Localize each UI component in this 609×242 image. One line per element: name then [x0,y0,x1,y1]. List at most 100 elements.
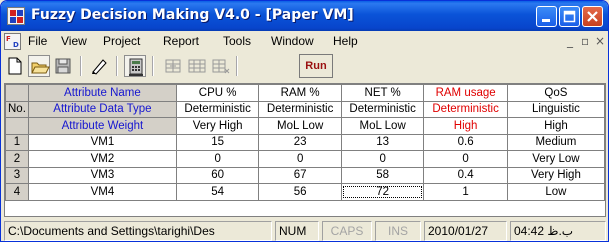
row-number-header [5,84,29,102]
edit-button[interactable] [88,55,110,77]
insert-column-icon [165,59,181,73]
menu-window[interactable]: Window [271,34,314,48]
menu-file[interactable]: File [28,34,47,48]
delete-column-button[interactable] [210,55,232,77]
minimize-button[interactable] [536,6,557,27]
title-bar[interactable]: Fuzzy Decision Making V4.0 - [Paper VM] [1,1,608,31]
decision-table: Attribute Name CPU % RAM % NET % RAM usage Qo… [5,84,606,201]
table-row: 4 VM4 54 56 72 1 Low [5,183,606,201]
attribute-header-cell[interactable]: High [423,117,508,135]
toolbar-separator [152,56,154,76]
value-cell[interactable]: Very High [506,166,606,184]
status-date: 2010/01/27 [424,221,507,241]
alternative-name-cell[interactable]: VM1 [27,133,177,151]
table-row: 1 VM1 15 23 13 0.6 Medium [5,133,606,151]
insert-between-icon [188,59,206,73]
save-button[interactable] [52,55,74,77]
new-file-button[interactable] [4,55,26,77]
attribute-header-cell[interactable]: RAM usage [423,84,508,102]
value-cell[interactable]: 13 [340,133,425,151]
attribute-header-cell[interactable]: High [506,117,606,135]
attribute-header-cell[interactable]: Deterministic [340,100,425,118]
value-cell[interactable]: 67 [258,166,342,184]
value-cell[interactable]: 0.6 [423,133,508,151]
value-cell[interactable]: 23 [258,133,342,151]
save-icon [55,58,71,74]
value-cell[interactable]: 0 [423,150,508,168]
value-cell[interactable]: 15 [175,133,260,151]
value-cell[interactable]: 58 [340,166,425,184]
insert-column-button[interactable] [162,55,184,77]
window-title: Fuzzy Decision Making V4.0 - [Paper VM] [31,7,354,23]
alternative-name-cell[interactable]: VM4 [27,183,177,201]
value-cell[interactable]: 60 [175,166,260,184]
attribute-header-cell[interactable]: Deterministic [175,100,260,118]
value-cell[interactable]: 1 [423,183,508,201]
document-logo-icon[interactable]: F D [4,33,21,50]
row-number: 1 [5,133,29,151]
row-number-header: No. [5,100,29,118]
value-cell[interactable]: 0 [258,150,342,168]
status-bar: C:\Documents and Settings\tarighi\Des NU… [1,219,608,241]
value-cell[interactable]: 0 [175,150,260,168]
attribute-header-cell[interactable]: MoL Low [340,117,425,135]
value-cell[interactable]: Medium [506,133,606,151]
attribute-header-cell[interactable]: Deterministic [423,100,508,118]
mdi-minimize-icon[interactable]: _ [567,34,573,48]
row-number: 2 [5,150,29,168]
attribute-header-cell[interactable]: NET % [340,84,425,102]
attribute-header-cell[interactable]: Very High [175,117,260,135]
attribute-header-cell[interactable]: Linguistic [506,100,606,118]
status-time: 04:42 ب.ظ [510,221,606,241]
menu-help[interactable]: Help [333,34,358,48]
new-file-icon [8,57,22,75]
row-number: 3 [5,166,29,184]
header-row: Attribute Weight Very High MoL Low MoL Low H… [5,117,606,135]
status-num: NUM [275,221,319,241]
value-cell[interactable]: 54 [175,183,260,201]
value-cell[interactable]: 0.4 [423,166,508,184]
row-number: 4 [5,183,29,201]
close-button[interactable] [582,6,603,27]
insert-between-button[interactable] [186,55,208,77]
minimize-icon [542,19,550,22]
app-logo-icon[interactable] [7,7,25,25]
close-icon [587,11,598,22]
mdi-close-icon[interactable]: × [595,34,605,48]
header-row: Attribute Name CPU % RAM % NET % RAM usage Qo… [5,84,606,102]
mdi-restore-icon[interactable]: ▫ [581,34,589,48]
attribute-header-cell[interactable]: RAM % [258,84,342,102]
attribute-header-cell[interactable]: MoL Low [258,117,342,135]
menu-report[interactable]: Report [163,34,199,48]
attribute-header-label: Attribute Weight [27,117,177,135]
value-cell[interactable]: Low [506,183,606,201]
toolbar: Run [4,53,344,80]
table-row: 2 VM2 0 0 0 0 Very Low [5,150,606,168]
attribute-header-cell[interactable]: CPU % [175,84,260,102]
menu-view[interactable]: View [61,34,87,48]
run-button[interactable]: Run [299,54,333,78]
row-number-header [5,117,29,135]
attribute-header-label: Attribute Name [27,84,177,102]
menu-project[interactable]: Project [103,34,140,48]
calculator-icon [129,58,143,76]
value-cell[interactable]: Very Low [506,150,606,168]
toolbar-separator [80,56,82,76]
menu-tools[interactable]: Tools [223,34,251,48]
value-cell[interactable]: 56 [258,183,342,201]
calculate-button[interactable] [124,55,146,77]
open-button[interactable] [28,55,50,77]
alternative-name-cell[interactable]: VM2 [27,150,177,168]
value-cell[interactable]: 72 [340,183,425,201]
attribute-header-cell[interactable]: Deterministic [258,100,342,118]
value-cell[interactable]: 0 [340,150,425,168]
open-folder-icon [31,62,50,74]
attribute-header-cell[interactable]: QoS [506,84,606,102]
header-row: No. Attribute Data Type Deterministic Deter… [5,100,606,118]
maximize-button[interactable] [559,6,580,27]
status-path: C:\Documents and Settings\tarighi\Des [4,221,272,241]
delete-column-icon [212,59,230,74]
alternative-name-cell[interactable]: VM3 [27,166,177,184]
toolbar-separator [116,56,118,76]
decision-grid[interactable]: Attribute Name CPU % RAM % NET % RAM usage Qo… [4,83,606,217]
